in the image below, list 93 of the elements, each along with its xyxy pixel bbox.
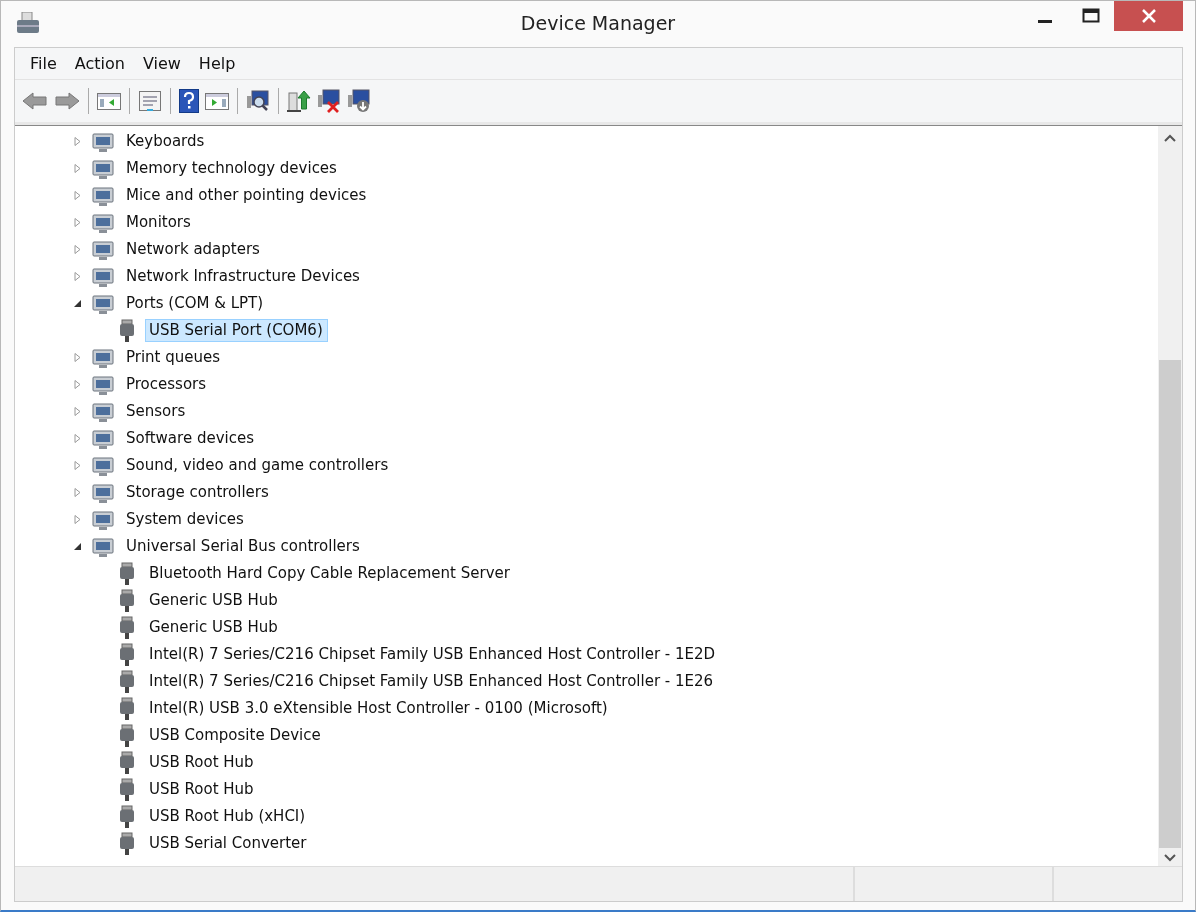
monitor-down-arrow-icon xyxy=(347,89,371,113)
device-category-icon xyxy=(91,508,115,531)
expand-arrow-icon[interactable] xyxy=(73,353,82,362)
expand-arrow-icon[interactable] xyxy=(73,515,82,524)
expand-arrow-icon[interactable] xyxy=(73,380,82,389)
arrow-left-icon xyxy=(22,91,48,111)
device-category-icon xyxy=(91,373,115,396)
window-pane-icon xyxy=(205,91,229,111)
tree-item[interactable]: Software devices xyxy=(122,427,259,450)
expand-arrow-icon[interactable] xyxy=(73,191,82,200)
tree-item[interactable]: Sensors xyxy=(122,400,191,423)
expand-arrow-icon[interactable] xyxy=(73,164,82,173)
menu-item[interactable]: File xyxy=(21,54,66,73)
tree-item[interactable]: Generic USB Hub xyxy=(145,589,283,612)
device-category-icon xyxy=(91,292,115,315)
tree-item[interactable]: Generic USB Hub xyxy=(145,616,283,639)
tree-item[interactable]: Intel(R) 7 Series/C216 Chipset Family USB Enhanced Host Controller - 1E2D xyxy=(145,643,721,666)
device-category-icon xyxy=(91,211,115,234)
expand-arrow-icon[interactable] xyxy=(73,488,82,497)
device-category-icon xyxy=(91,238,115,261)
expand-arrow-icon[interactable] xyxy=(73,245,82,254)
connector-plug-icon xyxy=(117,804,137,829)
scroll-up-icon xyxy=(1164,134,1176,142)
tree-item[interactable]: USB Root Hub xyxy=(145,751,259,774)
device-category-icon xyxy=(91,454,115,477)
close-icon xyxy=(1140,9,1157,23)
tree-item[interactable]: USB Root Hub xyxy=(145,778,259,801)
connector-plug-icon xyxy=(117,318,137,343)
tree-item[interactable]: Network Infrastructure Devices xyxy=(122,265,365,288)
connector-plug-icon xyxy=(117,750,137,775)
expand-arrow-icon[interactable] xyxy=(73,137,82,146)
connector-plug-icon xyxy=(117,561,137,586)
tree-item[interactable]: Keyboards xyxy=(122,130,210,153)
tree-item[interactable]: Intel(R) USB 3.0 eXtensible Host Controller - 0100 (Microsoft) xyxy=(145,697,613,720)
device-category-icon xyxy=(91,481,115,504)
tree-item[interactable]: USB Serial Port (COM6) xyxy=(145,319,328,342)
tree-item[interactable]: Monitors xyxy=(122,211,196,234)
device-category-icon xyxy=(91,346,115,369)
device-category-icon xyxy=(91,265,115,288)
tree-item[interactable]: Ports (COM & LPT) xyxy=(122,292,269,315)
tree-item[interactable]: Storage controllers xyxy=(122,481,274,504)
collapse-arrow-icon[interactable] xyxy=(73,299,82,308)
connector-plug-icon xyxy=(117,723,137,748)
connector-plug-icon xyxy=(117,696,137,721)
vertical-scrollbar[interactable] xyxy=(1158,126,1182,866)
tree-item[interactable]: Processors xyxy=(122,373,212,396)
device-category-icon xyxy=(91,427,115,450)
window-title: Device Manager xyxy=(520,12,676,34)
window-pane-icon xyxy=(97,91,121,111)
device-category-icon xyxy=(91,184,115,207)
tree-item[interactable]: Network adapters xyxy=(122,238,265,261)
connector-plug-icon xyxy=(117,831,137,856)
device-category-icon xyxy=(91,400,115,423)
expand-arrow-icon[interactable] xyxy=(73,272,82,281)
scrollbar-thumb[interactable] xyxy=(1159,360,1181,848)
tree-item[interactable]: Intel(R) 7 Series/C216 Chipset Family USB Enhanced Host Controller - 1E26 xyxy=(145,670,719,693)
tree-item[interactable]: USB Root Hub (xHCI) xyxy=(145,805,311,828)
tree-item[interactable]: Bluetooth Hard Copy Cable Replacement Server xyxy=(145,562,515,585)
expand-arrow-icon[interactable] xyxy=(73,218,82,227)
device-up-arrow-icon xyxy=(287,89,311,113)
tree-item[interactable]: System devices xyxy=(122,508,249,531)
scroll-down-icon xyxy=(1164,854,1176,862)
collapse-arrow-icon[interactable] xyxy=(73,542,82,551)
monitor-cross-icon xyxy=(317,89,341,113)
tree-item[interactable]: Universal Serial Bus controllers xyxy=(122,535,365,558)
monitor-magnifier-icon xyxy=(246,90,270,112)
menu-item[interactable]: Help xyxy=(189,54,245,73)
connector-plug-icon xyxy=(117,642,137,667)
menu-item[interactable]: View xyxy=(133,54,190,73)
tree-item[interactable]: Mice and other pointing devices xyxy=(122,184,372,207)
tree-item[interactable]: USB Serial Converter xyxy=(145,832,312,855)
toolbox-icon xyxy=(16,12,40,34)
device-category-icon xyxy=(91,535,115,558)
connector-plug-icon xyxy=(117,588,137,613)
device-category-icon xyxy=(91,157,115,180)
connector-plug-icon xyxy=(117,669,137,694)
tree-item[interactable]: Print queues xyxy=(122,346,226,369)
device-category-icon xyxy=(91,130,115,153)
expand-arrow-icon[interactable] xyxy=(73,434,82,443)
connector-plug-icon xyxy=(117,615,137,640)
connector-plug-icon xyxy=(117,777,137,802)
tree-item[interactable]: USB Composite Device xyxy=(145,724,326,747)
help-icon xyxy=(179,89,199,113)
tree-item[interactable]: Memory technology devices xyxy=(122,157,342,180)
document-icon xyxy=(138,90,162,112)
tree-item[interactable]: Sound, video and game controllers xyxy=(122,454,394,477)
minimize-icon xyxy=(1038,19,1052,23)
maximize-icon xyxy=(1082,8,1100,24)
expand-arrow-icon[interactable] xyxy=(73,407,82,416)
expand-arrow-icon[interactable] xyxy=(73,461,82,470)
close-button[interactable] xyxy=(1114,1,1183,31)
arrow-right-icon xyxy=(54,91,80,111)
menu-item[interactable]: Action xyxy=(65,54,134,73)
